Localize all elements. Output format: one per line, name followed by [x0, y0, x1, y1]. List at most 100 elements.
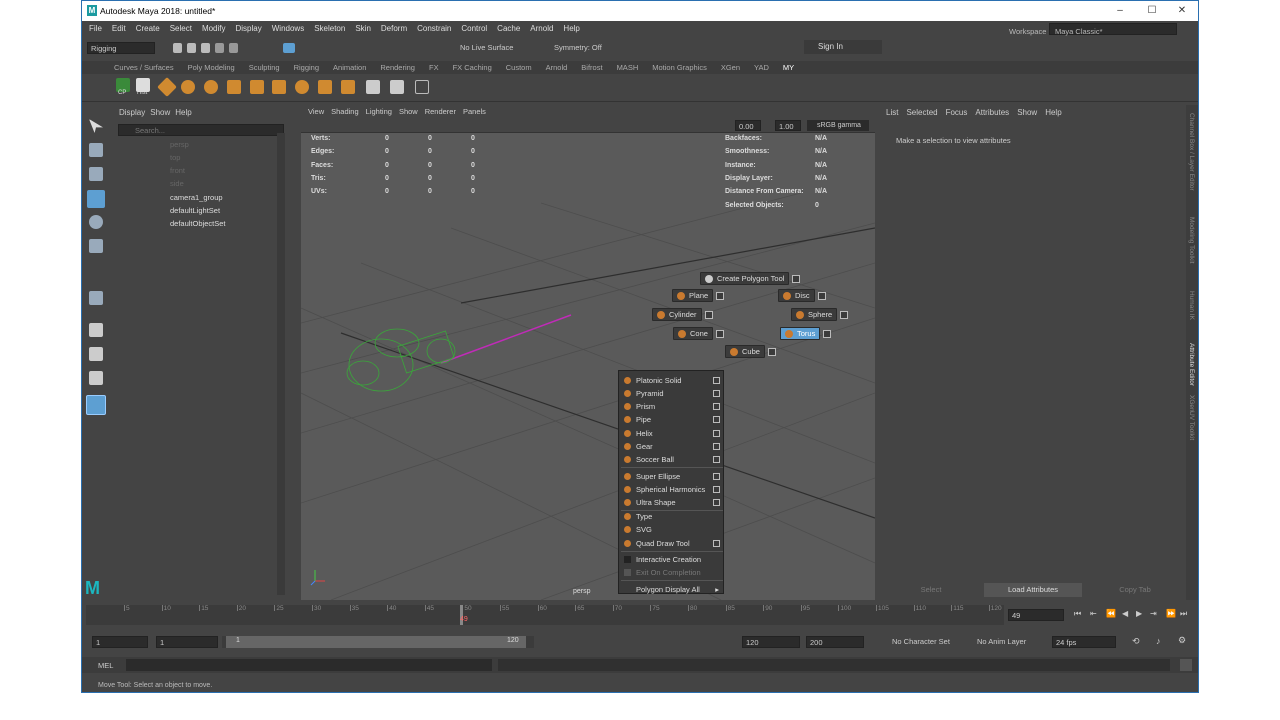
close-icon[interactable]: ✕ [1170, 4, 1194, 18]
menu-create[interactable]: Create [131, 21, 165, 37]
playback-end-field[interactable]: 120 [742, 636, 800, 648]
outliner-item-front[interactable]: front [170, 166, 185, 175]
step-forward-key-icon[interactable]: ⇥ [1150, 609, 1157, 618]
menu-item-quad-draw-tool[interactable]: Quad Draw Tool [619, 537, 723, 550]
move-tool-icon[interactable] [87, 190, 105, 208]
poly-shelf-icon-8[interactable] [318, 80, 332, 94]
outliner-menu-display[interactable]: Display [119, 105, 145, 121]
character-set-dropdown[interactable]: No Character Set [892, 637, 950, 646]
menu-windows[interactable]: Windows [267, 21, 309, 37]
menu-item-svg[interactable]: SVG [619, 523, 723, 536]
shelf-tab-my[interactable]: MY [776, 61, 801, 74]
menu-item-prism[interactable]: Prism [619, 400, 723, 413]
option-box-icon[interactable] [716, 292, 725, 300]
current-frame-field[interactable]: 49 [1008, 609, 1064, 621]
option-box-icon[interactable] [792, 275, 801, 283]
sign-in-button[interactable]: Sign In [804, 40, 882, 54]
play-backward-icon[interactable]: ◀ [1122, 609, 1128, 618]
viewport-menu-view[interactable]: View [308, 105, 324, 119]
marking-create-polygon-tool[interactable]: Create Polygon Tool [700, 272, 801, 285]
step-back-key-icon[interactable]: ⇤ [1090, 609, 1097, 618]
marking-cylinder[interactable]: Cylinder [652, 308, 713, 321]
option-box-icon[interactable] [713, 416, 720, 423]
go-to-end-icon[interactable]: ⏭ [1180, 609, 1187, 619]
menu-item-gear[interactable]: Gear [619, 440, 723, 453]
step-forward-icon[interactable]: ⏩ [1166, 609, 1176, 618]
marking-sphere[interactable]: Sphere [791, 308, 849, 321]
range-slider-handle[interactable] [226, 636, 526, 648]
shelf-tab-arnold[interactable]: Arnold [539, 61, 575, 74]
redo-icon[interactable] [229, 43, 238, 53]
option-box-icon[interactable] [713, 377, 720, 384]
rotate-tool-icon[interactable] [89, 215, 103, 229]
menu-item-platonic-solid[interactable]: Platonic Solid [619, 374, 723, 387]
marking-plane[interactable]: Plane [672, 289, 725, 302]
viewport-menu-renderer[interactable]: Renderer [425, 105, 456, 119]
scene-end-field[interactable]: 200 [806, 636, 864, 648]
maximize-icon[interactable]: ☐ [1140, 4, 1164, 18]
gamma-field[interactable]: 1.00 [775, 120, 801, 131]
outliner-menu-show[interactable]: Show [150, 105, 170, 121]
exposure-field[interactable]: 0.00 [735, 120, 761, 131]
menu-item-soccer-ball[interactable]: Soccer Ball [619, 453, 723, 466]
tab-human-ik[interactable]: Human IK [1188, 291, 1195, 320]
shelf-tab-xgen[interactable]: XGen [714, 61, 747, 74]
menu-arnold[interactable]: Arnold [525, 21, 558, 37]
save-scene-icon[interactable] [201, 43, 210, 53]
outliner-scrollbar[interactable] [277, 133, 285, 595]
lasso-tool-icon[interactable] [89, 143, 103, 157]
marking-cone[interactable]: Cone [673, 327, 724, 340]
go-to-start-icon[interactable]: ⏮ [1074, 609, 1081, 619]
poly-shelf-icon-1[interactable] [157, 77, 177, 97]
attribute-menu-show[interactable]: Show [1017, 105, 1037, 121]
shelf-tab-motion-graphics[interactable]: Motion Graphics [645, 61, 714, 74]
menu-modify[interactable]: Modify [197, 21, 231, 37]
menu-cache[interactable]: Cache [492, 21, 525, 37]
shelf-tab-mash[interactable]: MASH [610, 61, 646, 74]
poly-shelf-icon-2[interactable] [181, 80, 195, 94]
menuset-dropdown[interactable]: Rigging [87, 42, 155, 54]
scale-tool-icon[interactable] [89, 239, 103, 253]
playback-start-field[interactable]: 1 [156, 636, 218, 648]
menu-skin[interactable]: Skin [350, 21, 376, 37]
poly-shelf-icon-9[interactable] [341, 80, 355, 94]
outliner-item-default-object-set[interactable]: defaultObjectSet [170, 219, 225, 228]
tab-channel-box[interactable]: Channel Box / Layer Editor [1188, 113, 1195, 191]
outliner-item-camera1-group[interactable]: camera1_group [170, 193, 223, 202]
poly-shelf-icon-4[interactable] [227, 80, 241, 94]
menu-item-pipe[interactable]: Pipe [619, 413, 723, 426]
script-editor-icon[interactable] [1180, 659, 1192, 671]
grid-shelf-icon[interactable] [415, 80, 429, 94]
workspace-dropdown[interactable]: Maya Classic* [1049, 23, 1177, 36]
poly-shelf-icon-10[interactable] [366, 80, 380, 94]
tab-xgen[interactable]: XGen [1188, 395, 1195, 412]
time-slider[interactable]: 5 10 15 20 25 30 35 40 45 50 55 60 65 70 75 80 85 90 95 100… [82, 605, 1198, 627]
tab-attribute-editor[interactable]: Attribute Editor [1188, 343, 1195, 386]
poly-shelf-icon-11[interactable] [390, 80, 404, 94]
option-box-icon[interactable] [713, 430, 720, 437]
select-by-component-icon[interactable] [283, 43, 295, 53]
select-button[interactable]: Select [882, 583, 980, 597]
tab-modeling-toolkit[interactable]: Modeling Toolkit [1188, 217, 1195, 264]
perspective-viewport[interactable]: View Shading Lighting Show Renderer Panels 0.… [301, 105, 875, 600]
marking-disc[interactable]: Disc [778, 289, 826, 302]
outliner-item-top[interactable]: top [170, 153, 180, 162]
minimize-icon[interactable]: – [1108, 4, 1132, 18]
option-box-icon[interactable] [713, 499, 720, 506]
option-box-icon[interactable] [767, 348, 776, 356]
poly-shelf-icon-6[interactable] [272, 80, 286, 94]
menu-skeleton[interactable]: Skeleton [309, 21, 350, 37]
outliner-menu-help[interactable]: Help [175, 105, 191, 121]
copy-tab-button[interactable]: Copy Tab [1086, 583, 1184, 597]
attribute-menu-list[interactable]: List [886, 105, 898, 121]
attribute-menu-attributes[interactable]: Attributes [975, 105, 1009, 121]
scene-start-field[interactable]: 1 [92, 636, 148, 648]
range-slider[interactable]: 1 120 [222, 636, 534, 648]
anim-layer-dropdown[interactable]: No Anim Layer [977, 637, 1026, 646]
single-pane-layout-icon[interactable] [89, 323, 103, 337]
menu-help[interactable]: Help [558, 21, 584, 37]
shelf-tab-sculpting[interactable]: Sculpting [242, 61, 287, 74]
viewport-menu-show[interactable]: Show [399, 105, 418, 119]
loop-icon[interactable]: ⟲ [1132, 636, 1140, 647]
shelf-tab-curves-surfaces[interactable]: Curves / Surfaces [107, 61, 181, 74]
